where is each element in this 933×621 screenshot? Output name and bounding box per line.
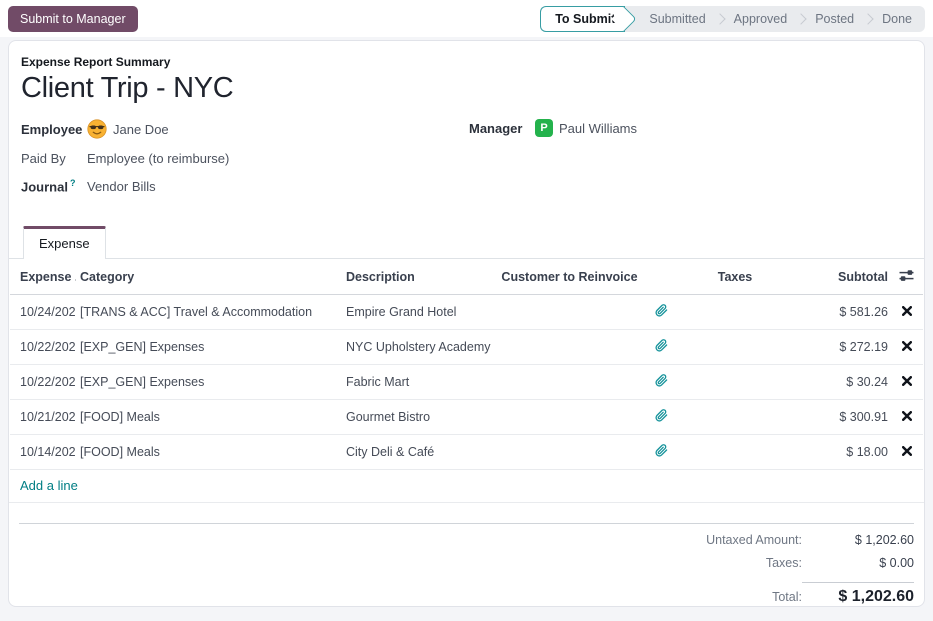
attachment-paperclip-icon[interactable] (655, 444, 668, 460)
expense-line-row[interactable]: 10/21/2025 [FOOD] Meals Gourmet Bistro $… (10, 400, 923, 435)
total-value: $ 1,202.60 (802, 582, 914, 606)
attachment-paperclip-icon[interactable] (655, 409, 668, 425)
subtotal-cell: $ 18.00 (790, 435, 892, 470)
tab-expense[interactable]: Expense (23, 226, 106, 259)
category-cell[interactable]: [EXP_GEN] Expenses (76, 330, 342, 365)
journal-label-text: Journal (21, 179, 68, 194)
employee-avatar-emoji-icon (87, 119, 107, 139)
delete-line-icon[interactable] (902, 340, 912, 354)
stage-to-submit[interactable]: To Submit (540, 6, 625, 32)
description-cell[interactable]: NYC Upholstery Academy (342, 330, 497, 365)
employee-label: Employee (21, 122, 87, 137)
description-cell[interactable]: City Deli & Café (342, 435, 497, 470)
col-header-attachment (642, 259, 680, 295)
customer-to-reinvoice-cell[interactable] (497, 295, 642, 330)
optional-columns-icon[interactable] (899, 269, 914, 285)
expense-line-row[interactable]: 10/22/2025 [EXP_GEN] Expenses Fabric Mar… (10, 365, 923, 400)
stage-submitted[interactable]: Submitted (625, 6, 718, 32)
delete-line-icon[interactable] (902, 410, 912, 424)
expense-date-cell[interactable]: 10/24/2025 (10, 295, 76, 330)
add-line-row: Add a line (9, 470, 924, 503)
expense-line-row[interactable]: 10/14/2025 [FOOD] Meals City Deli & Café… (10, 435, 923, 470)
expense-lines-table: Expense ... Category Description Custome… (10, 259, 923, 470)
statusbar: To Submit Submitted Approved Posted Done (540, 6, 925, 32)
category-cell[interactable]: [TRANS & ACC] Travel & Accommodation (76, 295, 342, 330)
taxes-total-value: $ 0.00 (802, 556, 914, 570)
delete-line-icon[interactable] (902, 375, 912, 389)
category-cell[interactable]: [EXP_GEN] Expenses (76, 365, 342, 400)
description-cell[interactable]: Gourmet Bistro (342, 400, 497, 435)
col-header-subtotal[interactable]: Subtotal (790, 259, 892, 295)
totals-section: Untaxed Amount: $ 1,202.60 Taxes: $ 0.00… (9, 524, 924, 617)
control-panel: Submit to Manager To Submit Submitted Ap… (0, 0, 933, 37)
notebook-tabs: Expense (9, 226, 924, 259)
delete-line-icon[interactable] (902, 305, 912, 319)
manager-avatar: P (535, 119, 553, 137)
help-marker-icon: ? (70, 178, 76, 188)
expense-date-cell[interactable]: 10/22/2025 (10, 330, 76, 365)
paid-by-label: Paid By (21, 151, 87, 166)
journal-label: Journal? (21, 178, 87, 194)
submit-to-manager-button[interactable]: Submit to Manager (8, 6, 138, 32)
manager-name: Paul Williams (559, 121, 637, 136)
description-cell[interactable]: Empire Grand Hotel (342, 295, 497, 330)
total-label: Total: (772, 590, 802, 604)
taxes-cell[interactable] (680, 365, 790, 400)
attachment-paperclip-icon[interactable] (655, 339, 668, 355)
paid-by-value[interactable]: Employee (to reimburse) (87, 151, 229, 166)
taxes-cell[interactable] (680, 330, 790, 365)
col-header-description[interactable]: Description (342, 259, 497, 295)
subtotal-cell: $ 581.26 (790, 295, 892, 330)
summary-label: Expense Report Summary (21, 55, 912, 69)
taxes-cell[interactable] (680, 295, 790, 330)
stage-label: To Submit (555, 12, 615, 26)
col-header-expense-date[interactable]: Expense ... (10, 259, 76, 295)
stage-posted[interactable]: Posted (802, 6, 867, 32)
category-cell[interactable]: [FOOD] Meals (76, 400, 342, 435)
customer-to-reinvoice-cell[interactable] (497, 330, 642, 365)
customer-to-reinvoice-cell[interactable] (497, 365, 642, 400)
expense-date-cell[interactable]: 10/21/2025 (10, 400, 76, 435)
manager-value[interactable]: P Paul Williams (535, 119, 637, 137)
untaxed-amount-label: Untaxed Amount: (706, 533, 802, 547)
col-header-category[interactable]: Category (76, 259, 342, 295)
employee-name: Jane Doe (113, 122, 169, 137)
manager-label: Manager (469, 121, 535, 136)
taxes-total-label: Taxes: (766, 556, 802, 570)
attachment-paperclip-icon[interactable] (655, 304, 668, 320)
attachment-paperclip-icon[interactable] (655, 374, 668, 390)
form-sheet: Expense Report Summary Client Trip - NYC… (8, 40, 925, 607)
page-title[interactable]: Client Trip - NYC (21, 72, 912, 105)
stage-approved[interactable]: Approved (721, 6, 801, 32)
col-header-taxes[interactable]: Taxes (680, 259, 790, 295)
untaxed-amount-value: $ 1,202.60 (802, 533, 914, 547)
category-cell[interactable]: [FOOD] Meals (76, 435, 342, 470)
subtotal-cell: $ 300.91 (790, 400, 892, 435)
subtotal-cell: $ 30.24 (790, 365, 892, 400)
delete-line-icon[interactable] (902, 445, 912, 459)
taxes-cell[interactable] (680, 400, 790, 435)
subtotal-cell: $ 272.19 (790, 330, 892, 365)
stage-done[interactable]: Done (869, 6, 925, 32)
customer-to-reinvoice-cell[interactable] (497, 435, 642, 470)
expense-line-row[interactable]: 10/24/2025 [TRANS & ACC] Travel & Accomm… (10, 295, 923, 330)
expense-line-row[interactable]: 10/22/2025 [EXP_GEN] Expenses NYC Uphols… (10, 330, 923, 365)
col-header-customer[interactable]: Customer to Reinvoice (497, 259, 642, 295)
description-cell[interactable]: Fabric Mart (342, 365, 497, 400)
employee-value[interactable]: Jane Doe (87, 119, 169, 139)
taxes-cell[interactable] (680, 435, 790, 470)
customer-to-reinvoice-cell[interactable] (497, 400, 642, 435)
journal-value[interactable]: Vendor Bills (87, 179, 156, 194)
expense-date-cell[interactable]: 10/22/2025 (10, 365, 76, 400)
expense-date-cell[interactable]: 10/14/2025 (10, 435, 76, 470)
add-a-line-link[interactable]: Add a line (9, 470, 78, 502)
